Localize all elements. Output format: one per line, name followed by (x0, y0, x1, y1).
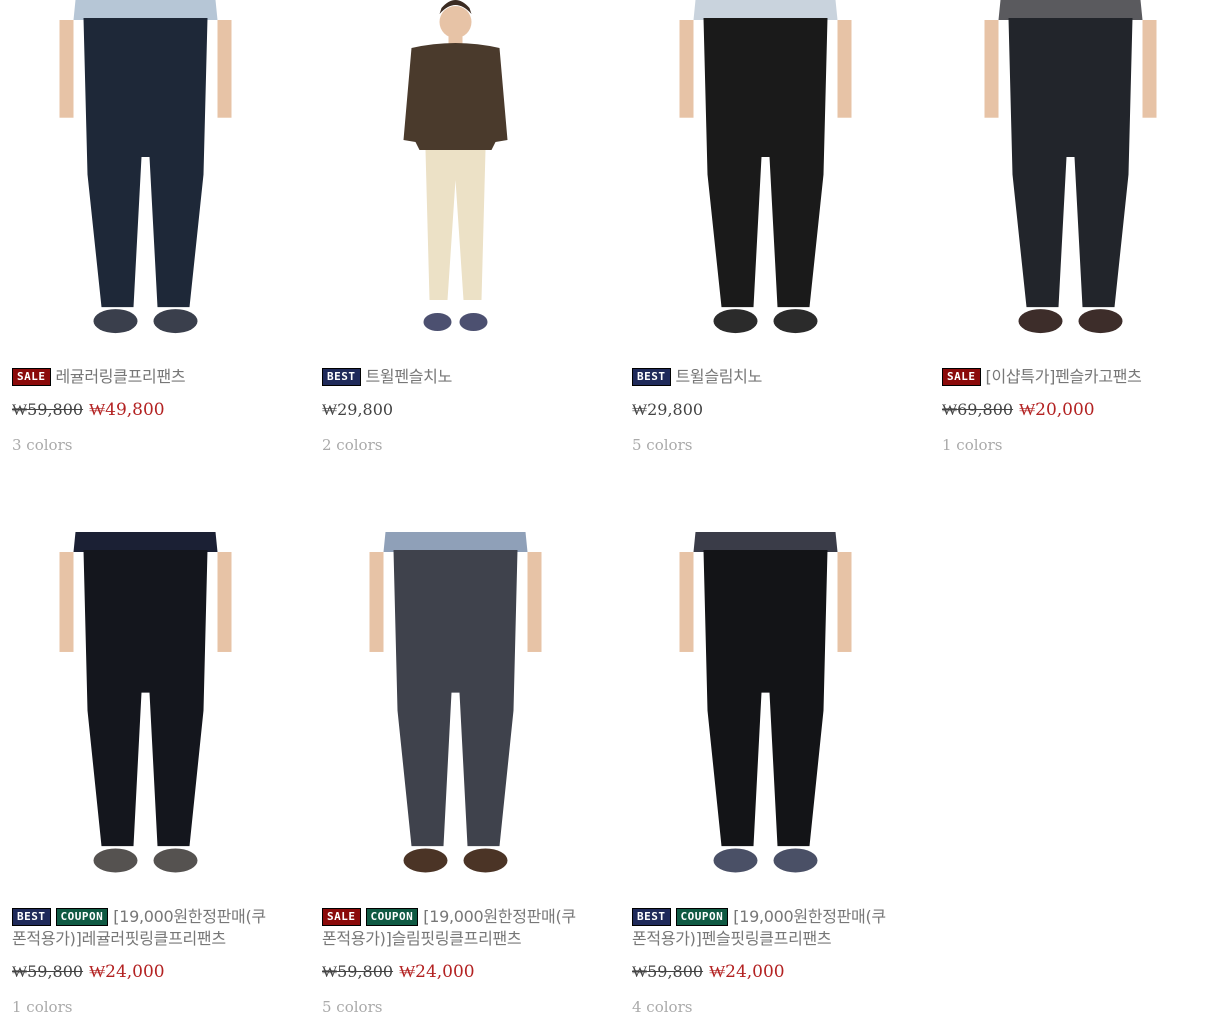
color-count: 3 colors (12, 436, 73, 454)
sale-badge: SALE (12, 368, 51, 386)
product-card[interactable]: SALE 레귤러링클프리팬츠 ₩59,800 ₩49,800 3 colors (6, 0, 285, 454)
price: ₩29,800 (632, 400, 704, 419)
product-image[interactable] (626, 532, 905, 889)
sale-price: ₩24,000 (399, 962, 475, 982)
best-badge: BEST (12, 908, 51, 926)
product-image[interactable] (6, 532, 285, 889)
product-card[interactable]: BEST COUPON [19,000원한정판매(쿠폰적용가)]펜슬핏링클프리팬츠 ₩… (626, 532, 905, 1016)
sale-badge: SALE (322, 908, 361, 926)
original-price: ₩59,800 (12, 400, 84, 419)
product-title: SALE 레귤러링클프리팬츠 (12, 366, 279, 388)
product-info: SALE [이샵특가]펜슬카고팬츠 ₩69,800 ₩20,000 1 colors (936, 366, 1205, 454)
product-title: BEST COUPON [19,000원한정판매(쿠폰적용가)]레귤러핏링클프리팬츠 (12, 906, 279, 950)
product-image[interactable] (316, 532, 595, 889)
price: ₩29,800 (322, 400, 394, 419)
coupon-badge: COUPON (55, 908, 109, 926)
sale-price: ₩24,000 (89, 962, 165, 982)
product-card[interactable]: SALE COUPON [19,000원한정판매(쿠폰적용가)]슬림핏링클프리팬츠 ₩… (316, 532, 595, 1016)
product-info: SALE COUPON [19,000원한정판매(쿠폰적용가)]슬림핏링클프리팬츠 ₩… (316, 906, 595, 1016)
product-title: SALE [이샵특가]펜슬카고팬츠 (942, 366, 1199, 388)
price-row: ₩59,800 ₩24,000 (632, 962, 899, 982)
product-card[interactable]: BEST COUPON [19,000원한정판매(쿠폰적용가)]레귤러핏링클프리팬츠… (6, 532, 285, 1016)
coupon-badge: COUPON (675, 908, 729, 926)
product-grid: SALE 레귤러링클프리팬츠 ₩59,800 ₩49,800 3 colors BEST… (0, 0, 1205, 1035)
product-info: BEST 트윌슬림치노 ₩29,800 5 colors (626, 366, 905, 454)
product-name-link[interactable]: [이샵특가]펜슬카고팬츠 (986, 367, 1142, 386)
product-info: BEST 트윌펜슬치노 ₩29,800 2 colors (316, 366, 595, 454)
product-title: SALE COUPON [19,000원한정판매(쿠폰적용가)]슬림핏링클프리팬츠 (322, 906, 589, 950)
sale-price: ₩49,800 (89, 400, 165, 420)
original-price: ₩69,800 (942, 400, 1014, 419)
original-price: ₩59,800 (322, 962, 394, 981)
color-count: 2 colors (322, 436, 383, 454)
color-count: 5 colors (322, 998, 383, 1016)
original-price: ₩59,800 (12, 962, 84, 981)
price-row: ₩59,800 ₩49,800 (12, 400, 279, 420)
price-row: ₩29,800 (632, 400, 899, 420)
price-row: ₩59,800 ₩24,000 (322, 962, 589, 982)
price-row: ₩59,800 ₩24,000 (12, 962, 279, 982)
product-image[interactable] (626, 0, 905, 349)
product-name-link[interactable]: 트윌슬림치노 (676, 367, 763, 386)
coupon-badge: COUPON (365, 908, 419, 926)
product-info: BEST COUPON [19,000원한정판매(쿠폰적용가)]펜슬핏링클프리팬츠 ₩… (626, 906, 905, 1016)
best-badge: BEST (632, 908, 671, 926)
sale-price: ₩20,000 (1019, 400, 1095, 420)
color-count: 5 colors (632, 436, 693, 454)
product-image[interactable] (936, 0, 1205, 349)
original-price: ₩59,800 (632, 962, 704, 981)
color-count: 1 colors (942, 436, 1003, 454)
best-badge: BEST (322, 368, 361, 386)
price-row: ₩69,800 ₩20,000 (942, 400, 1199, 420)
color-count: 1 colors (12, 998, 73, 1016)
price-row: ₩29,800 (322, 400, 589, 420)
product-title: BEST COUPON [19,000원한정판매(쿠폰적용가)]펜슬핏링클프리팬츠 (632, 906, 899, 950)
product-title: BEST 트윌슬림치노 (632, 366, 899, 388)
product-info: SALE 레귤러링클프리팬츠 ₩59,800 ₩49,800 3 colors (6, 366, 285, 454)
product-name-link[interactable]: 레귤러링클프리팬츠 (56, 367, 186, 386)
product-image[interactable] (316, 0, 595, 349)
sale-price: ₩24,000 (709, 962, 785, 982)
sale-badge: SALE (942, 368, 981, 386)
product-card[interactable]: SALE [이샵특가]펜슬카고팬츠 ₩69,800 ₩20,000 1 colors (936, 0, 1205, 454)
product-title: BEST 트윌펜슬치노 (322, 366, 589, 388)
product-image[interactable] (6, 0, 285, 349)
product-card[interactable]: BEST 트윌펜슬치노 ₩29,800 2 colors (316, 0, 595, 454)
product-info: BEST COUPON [19,000원한정판매(쿠폰적용가)]레귤러핏링클프리팬츠… (6, 906, 285, 1016)
product-card[interactable]: BEST 트윌슬림치노 ₩29,800 5 colors (626, 0, 905, 454)
product-name-link[interactable]: 트윌펜슬치노 (366, 367, 453, 386)
color-count: 4 colors (632, 998, 693, 1016)
best-badge: BEST (632, 368, 671, 386)
